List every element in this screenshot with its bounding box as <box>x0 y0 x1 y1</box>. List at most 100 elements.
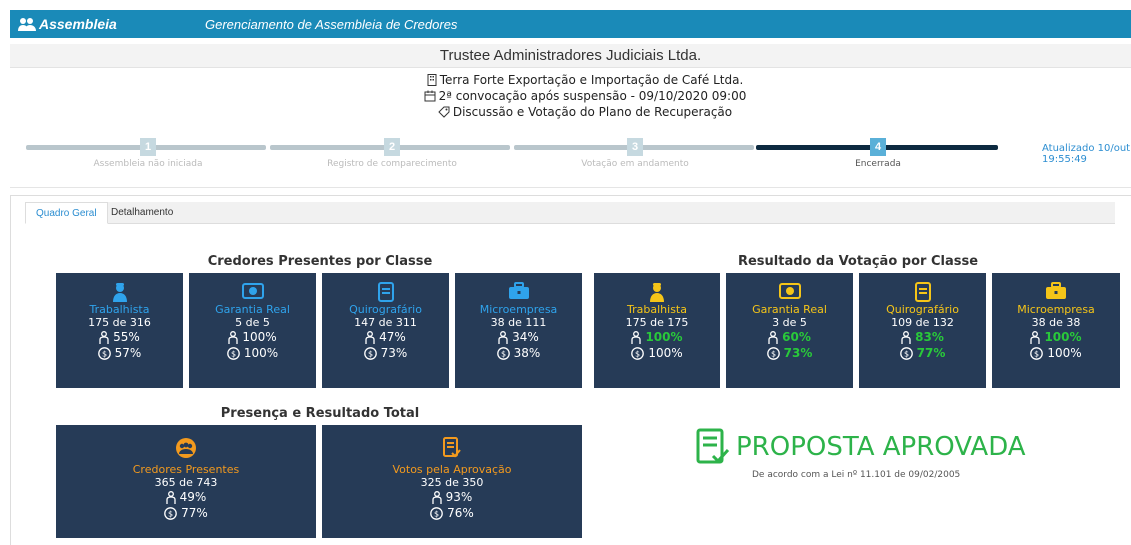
person-icon <box>365 330 375 344</box>
company-title: Trustee Administradores Judiciais Ltda. <box>10 44 1131 68</box>
document-icon <box>914 282 931 302</box>
progress-steps: 1 2 3 4 Assembleia não iniciada Registro… <box>26 138 1026 178</box>
voting-card-microempresa: Microempresa 38 de 38 100% $100% <box>992 273 1120 388</box>
svg-text:$: $ <box>1034 349 1039 358</box>
value-percent: 100% <box>648 346 683 360</box>
value-percent: 77% <box>916 346 946 360</box>
briefcase-icon <box>1046 282 1066 299</box>
person-icon <box>432 490 442 504</box>
money-icon: $ <box>97 346 111 360</box>
money-icon: $ <box>430 506 444 520</box>
svg-text:$: $ <box>771 349 776 358</box>
convocation-date: 2ª convocação após suspensão - 09/10/202… <box>438 89 747 103</box>
svg-text:$: $ <box>231 349 236 358</box>
step-label-1: Assembleia não iniciada <box>93 159 203 169</box>
heads-percent: 100% <box>242 330 277 344</box>
voting-title: Resultado da Votação por Classe <box>737 254 979 269</box>
class-count: 3 de 5 <box>772 316 807 329</box>
total-name: Votos pela Aprovação <box>392 463 512 476</box>
value-percent: 76% <box>447 506 474 520</box>
heads-percent: 100% <box>1044 330 1082 344</box>
step-badge-1: 1 <box>140 138 156 156</box>
step-label-3: Votação em andamento <box>581 159 689 169</box>
total-card-approval: Votos pela Aprovação 325 de 350 93% $76% <box>322 425 582 538</box>
banknote-icon <box>241 283 264 299</box>
heads-percent: 93% <box>445 490 473 504</box>
svg-text:$: $ <box>434 509 439 518</box>
calendar-icon <box>424 90 436 102</box>
person-icon <box>166 490 176 504</box>
banknote-icon <box>778 283 801 299</box>
step-badge-3: 3 <box>627 138 643 156</box>
worker-icon <box>650 283 664 302</box>
brand-logo[interactable]: Assembleia <box>18 16 188 32</box>
assembly-info: Terra Forte Exportação e Importação de C… <box>0 72 1131 120</box>
class-name: Microempresa <box>479 303 558 316</box>
money-icon: $ <box>1030 346 1044 360</box>
total-count: 325 de 350 <box>420 476 484 489</box>
heads-percent: 34% <box>512 330 539 344</box>
voting-card-quirografario: Quirografário 109 de 132 83% $77% <box>859 273 986 388</box>
class-count: 175 de 316 <box>88 316 151 329</box>
heads-percent: 49% <box>179 490 207 504</box>
person-icon <box>498 330 508 344</box>
person-icon <box>768 330 778 344</box>
value-percent: 73% <box>380 346 408 360</box>
class-name: Garantia Real <box>752 303 827 316</box>
checklist-icon <box>696 428 730 464</box>
voting-card-garantia-real: Garantia Real 3 de 5 60% $73% <box>726 273 853 388</box>
result-banner: PROPOSTA APROVADA <box>696 428 1026 466</box>
law-reference: De acordo com a Lei nº 11.101 de 09/02/2… <box>752 470 961 480</box>
value-percent: 73% <box>783 346 813 360</box>
class-count: 175 de 175 <box>625 316 689 329</box>
class-name: Quirografário <box>349 303 422 316</box>
class-name: Garantia Real <box>215 303 290 316</box>
step-label-4: Encerrada <box>855 159 901 169</box>
tab-details[interactable]: Detalhamento <box>101 202 183 224</box>
total-count: 365 de 743 <box>154 476 218 489</box>
worker-icon <box>112 283 127 302</box>
tab-bar: Quadro Geral Detalhamento <box>25 202 1115 224</box>
tab-overview[interactable]: Quadro Geral <box>25 202 108 224</box>
presence-card-trabalhista: Trabalhista 175 de 316 55% $57% <box>56 273 183 388</box>
heads-percent: 100% <box>645 330 683 344</box>
presence-card-microempresa: Microempresa 38 de 111 34% $38% <box>455 273 582 388</box>
briefcase-icon <box>508 282 529 299</box>
result-status: PROPOSTA APROVADA <box>736 432 1026 462</box>
svg-text:$: $ <box>635 349 640 358</box>
heads-percent: 55% <box>113 330 140 344</box>
value-percent: 57% <box>114 346 142 360</box>
money-icon: $ <box>164 506 178 520</box>
value-percent: 100% <box>243 346 279 360</box>
person-icon <box>228 330 238 344</box>
svg-text:$: $ <box>501 349 506 358</box>
value-percent: 100% <box>1047 346 1082 360</box>
class-count: 109 de 132 <box>891 316 954 329</box>
money-icon: $ <box>496 346 510 360</box>
money-icon: $ <box>899 346 913 360</box>
checklist-icon <box>443 437 461 458</box>
app-subtitle: Gerenciamento de Assembleia de Credores <box>205 16 458 32</box>
step-badge-2: 2 <box>384 138 400 156</box>
svg-text:$: $ <box>102 349 107 358</box>
class-name: Quirografário <box>886 303 959 316</box>
document-icon <box>377 282 394 302</box>
value-percent: 77% <box>181 506 208 520</box>
money-icon: $ <box>766 346 780 360</box>
person-icon <box>99 330 109 344</box>
people-icon <box>18 18 36 31</box>
presence-card-quirografario: Quirografário 147 de 311 47% $73% <box>322 273 449 388</box>
group-icon <box>176 438 196 458</box>
heads-percent: 60% <box>782 330 811 344</box>
svg-text:$: $ <box>904 349 909 358</box>
svg-text:$: $ <box>168 509 173 518</box>
heads-percent: 47% <box>379 330 406 344</box>
heads-percent: 83% <box>915 330 944 344</box>
presence-title: Credores Presentes por Classe <box>207 254 433 269</box>
divider <box>10 187 1131 188</box>
money-icon: $ <box>226 346 240 360</box>
person-icon <box>631 330 642 344</box>
class-count: 147 de 311 <box>354 316 417 329</box>
assembly-topic: Discussão e Votação do Plano de Recupera… <box>452 105 733 119</box>
presence-card-garantia-real: Garantia Real 5 de 5 100% $100% <box>189 273 316 388</box>
